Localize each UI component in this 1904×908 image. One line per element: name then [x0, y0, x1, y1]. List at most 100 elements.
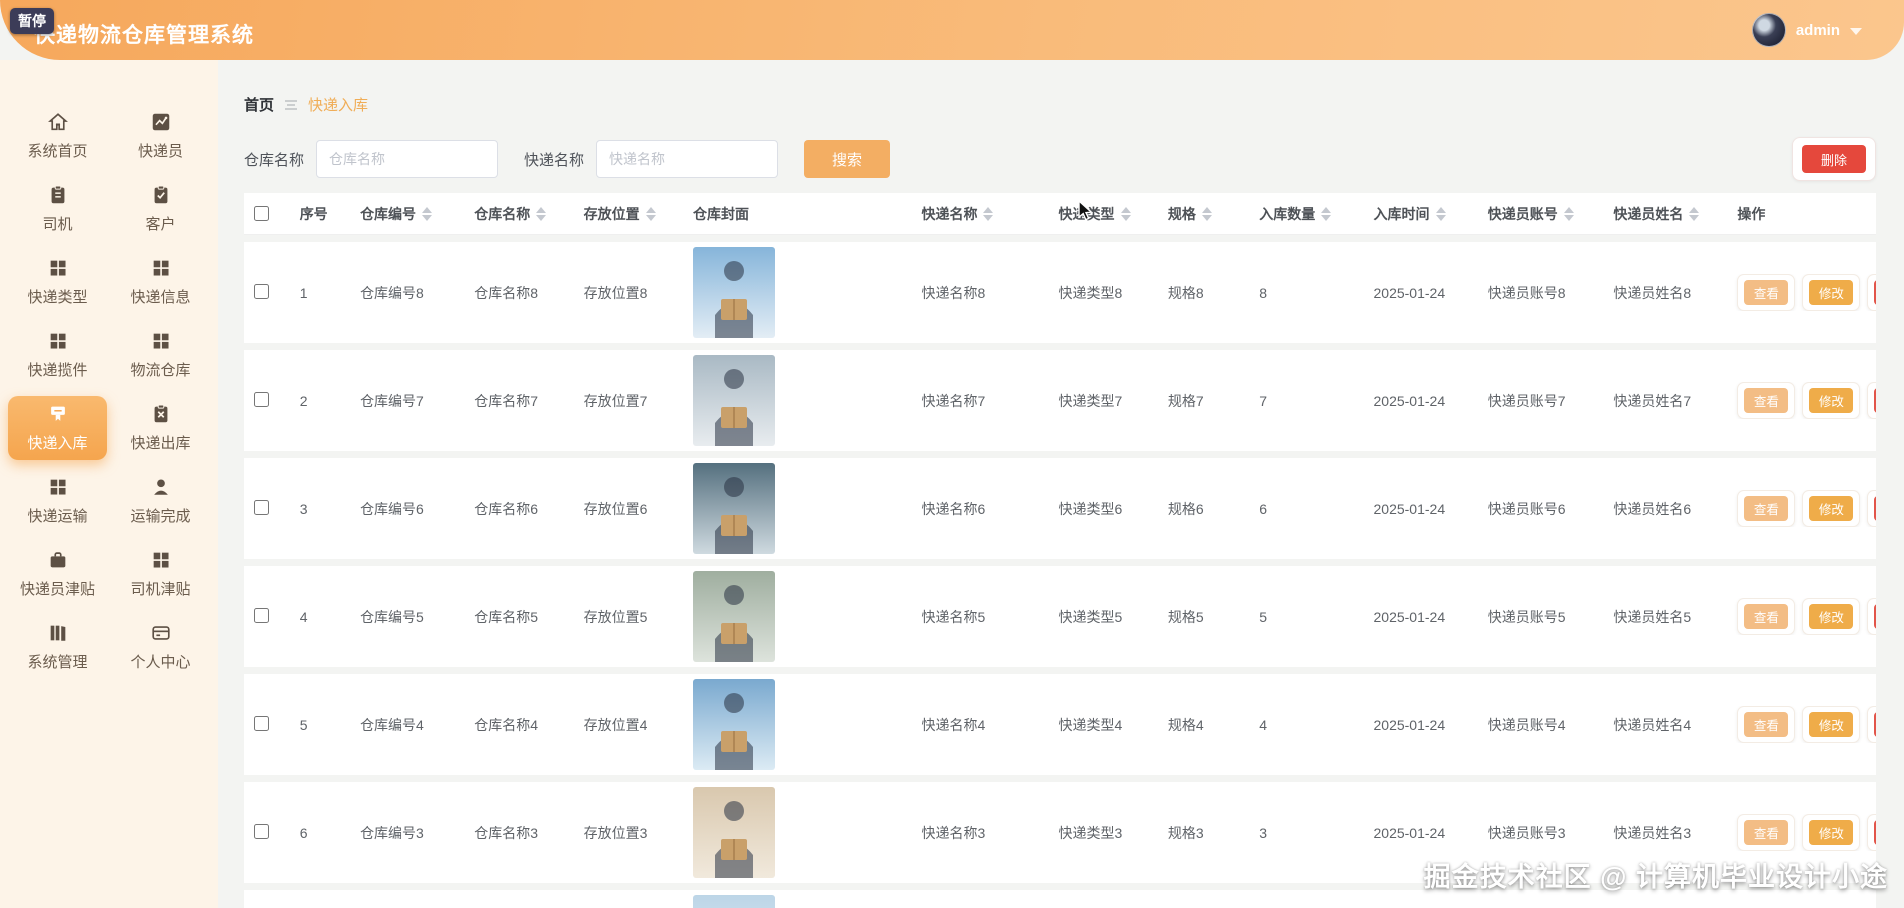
- sidebar-item[interactable]: 司机: [8, 177, 107, 241]
- delete-button[interactable]: 删除: [1874, 604, 1876, 629]
- edit-button[interactable]: 修改: [1809, 280, 1853, 305]
- sidebar-item[interactable]: 快递类型: [8, 250, 107, 314]
- sort-carets-icon[interactable]: [1321, 207, 1331, 221]
- warehouse-cover-photo[interactable]: [693, 463, 775, 554]
- warehouse-name-input[interactable]: [316, 140, 498, 178]
- sidebar-item[interactable]: 个人中心: [111, 615, 210, 679]
- cell-qty: 5: [1249, 609, 1363, 625]
- cell-express-type: 快递类型8: [1049, 283, 1158, 303]
- view-button[interactable]: 查看: [1744, 388, 1788, 413]
- row-checkbox[interactable]: [254, 716, 269, 731]
- sort-carets-icon[interactable]: [646, 207, 656, 221]
- sidebar-item[interactable]: 快递信息: [111, 250, 210, 314]
- delete-button[interactable]: 删除: [1874, 712, 1876, 737]
- table-body: 1 仓库编号8 仓库名称8 存放位置8 快递名称8 快递类型8 规格8 8 20…: [244, 242, 1876, 908]
- column-header[interactable]: [244, 206, 290, 221]
- sidebar-item-label: 物流仓库: [130, 359, 190, 380]
- column-header-label: 规格: [1168, 204, 1196, 224]
- edit-button[interactable]: 修改: [1809, 604, 1853, 629]
- express-name-input[interactable]: [596, 140, 778, 178]
- row-checkbox[interactable]: [254, 608, 269, 623]
- user-menu[interactable]: admin: [1752, 13, 1862, 47]
- cell-warehouse-name: 仓库名称3: [464, 823, 573, 843]
- edit-button[interactable]: 修改: [1809, 820, 1853, 845]
- delete-button[interactable]: 删除: [1874, 388, 1876, 413]
- sidebar-item[interactable]: 客户: [111, 177, 210, 241]
- cell-express-type: 快递类型6: [1049, 499, 1158, 519]
- warehouse-cover-photo[interactable]: [693, 679, 775, 770]
- username-label: admin: [1796, 22, 1840, 39]
- row-checkbox[interactable]: [254, 284, 269, 299]
- sort-carets-icon[interactable]: [536, 207, 546, 221]
- sort-carets-icon[interactable]: [1202, 207, 1212, 221]
- warehouse-cover-photo[interactable]: [693, 895, 775, 908]
- view-button[interactable]: 查看: [1744, 604, 1788, 629]
- cell-time: 2025-01-24: [1364, 717, 1478, 733]
- view-button[interactable]: 查看: [1744, 280, 1788, 305]
- view-button[interactable]: 查看: [1744, 712, 1788, 737]
- column-header[interactable]: 仓库封面: [683, 204, 911, 224]
- warehouse-cover-photo[interactable]: [693, 355, 775, 446]
- column-header-label: 快递员账号: [1488, 204, 1558, 224]
- sidebar-item[interactable]: 司机津贴: [111, 542, 210, 606]
- cell-express-name: 快递名称5: [911, 607, 1048, 627]
- warehouse-cover-photo[interactable]: [693, 787, 775, 878]
- column-header[interactable]: 仓库编号: [350, 204, 464, 224]
- search-button[interactable]: 搜索: [804, 140, 890, 178]
- edit-button[interactable]: 修改: [1809, 388, 1853, 413]
- chevron-down-icon[interactable]: [1850, 28, 1862, 35]
- sidebar-item-label: 快递类型: [27, 286, 87, 307]
- cell-courier-name: 快递员姓名5: [1603, 607, 1727, 627]
- batch-delete-button[interactable]: 删除: [1802, 145, 1866, 173]
- edit-button[interactable]: 修改: [1809, 496, 1853, 521]
- sidebar-item[interactable]: 系统首页: [8, 104, 107, 168]
- row-checkbox[interactable]: [254, 500, 269, 515]
- view-button[interactable]: 查看: [1744, 496, 1788, 521]
- warehouse-cover-photo[interactable]: [693, 247, 775, 338]
- column-header[interactable]: 入库时间: [1364, 204, 1478, 224]
- sidebar-item[interactable]: 快递入库: [8, 396, 107, 460]
- sidebar-item[interactable]: 快递员: [111, 104, 210, 168]
- sidebar-item[interactable]: 快递出库: [111, 396, 210, 460]
- sidebar-item[interactable]: 快递员津贴: [8, 542, 107, 606]
- breadcrumb-home[interactable]: 首页: [244, 94, 274, 115]
- breadcrumb: 首页 快递入库: [244, 94, 1876, 115]
- column-header[interactable]: 仓库名称: [464, 204, 573, 224]
- edit-button[interactable]: 修改: [1809, 712, 1853, 737]
- sidebar-item[interactable]: 系统管理: [8, 615, 107, 679]
- column-header[interactable]: 快递员姓名: [1603, 204, 1727, 224]
- column-header[interactable]: 快递名称: [911, 204, 1048, 224]
- sort-carets-icon[interactable]: [422, 207, 432, 221]
- sort-carets-icon[interactable]: [1564, 207, 1574, 221]
- select-all-checkbox[interactable]: [254, 206, 269, 221]
- sort-carets-icon[interactable]: [1121, 207, 1131, 221]
- column-header[interactable]: 存放位置: [574, 204, 683, 224]
- table-row: 1 仓库编号8 仓库名称8 存放位置8 快递名称8 快递类型8 规格8 8 20…: [244, 242, 1876, 343]
- cell-index: 6: [290, 825, 350, 841]
- sidebar-item[interactable]: 运输完成: [111, 469, 210, 533]
- cell-qty: 8: [1249, 285, 1363, 301]
- column-header[interactable]: 序号: [290, 204, 350, 224]
- view-button[interactable]: 查看: [1744, 820, 1788, 845]
- sort-carets-icon[interactable]: [1436, 207, 1446, 221]
- column-header[interactable]: 规格: [1158, 204, 1249, 224]
- sort-carets-icon[interactable]: [983, 207, 993, 221]
- delete-button[interactable]: 删除: [1874, 820, 1876, 845]
- avatar[interactable]: [1752, 13, 1786, 47]
- sidebar-item[interactable]: 快递揽件: [8, 323, 107, 387]
- cell-express-name: 快递名称6: [911, 499, 1048, 519]
- warehouse-cover-photo[interactable]: [693, 571, 775, 662]
- sidebar-item-label: 快递运输: [27, 505, 87, 526]
- column-header[interactable]: 操作: [1727, 204, 1876, 224]
- column-header[interactable]: 入库数量: [1249, 204, 1363, 224]
- row-checkbox[interactable]: [254, 824, 269, 839]
- column-header[interactable]: 快递类型: [1049, 204, 1158, 224]
- delete-button[interactable]: 删除: [1874, 280, 1876, 305]
- sidebar-item[interactable]: 快递运输: [8, 469, 107, 533]
- sort-carets-icon[interactable]: [1689, 207, 1699, 221]
- delete-button[interactable]: 删除: [1874, 496, 1876, 521]
- sidebar-item[interactable]: 物流仓库: [111, 323, 210, 387]
- column-header[interactable]: 快递员账号: [1478, 204, 1604, 224]
- row-checkbox[interactable]: [254, 392, 269, 407]
- cell-courier-name: 快递员姓名6: [1603, 499, 1727, 519]
